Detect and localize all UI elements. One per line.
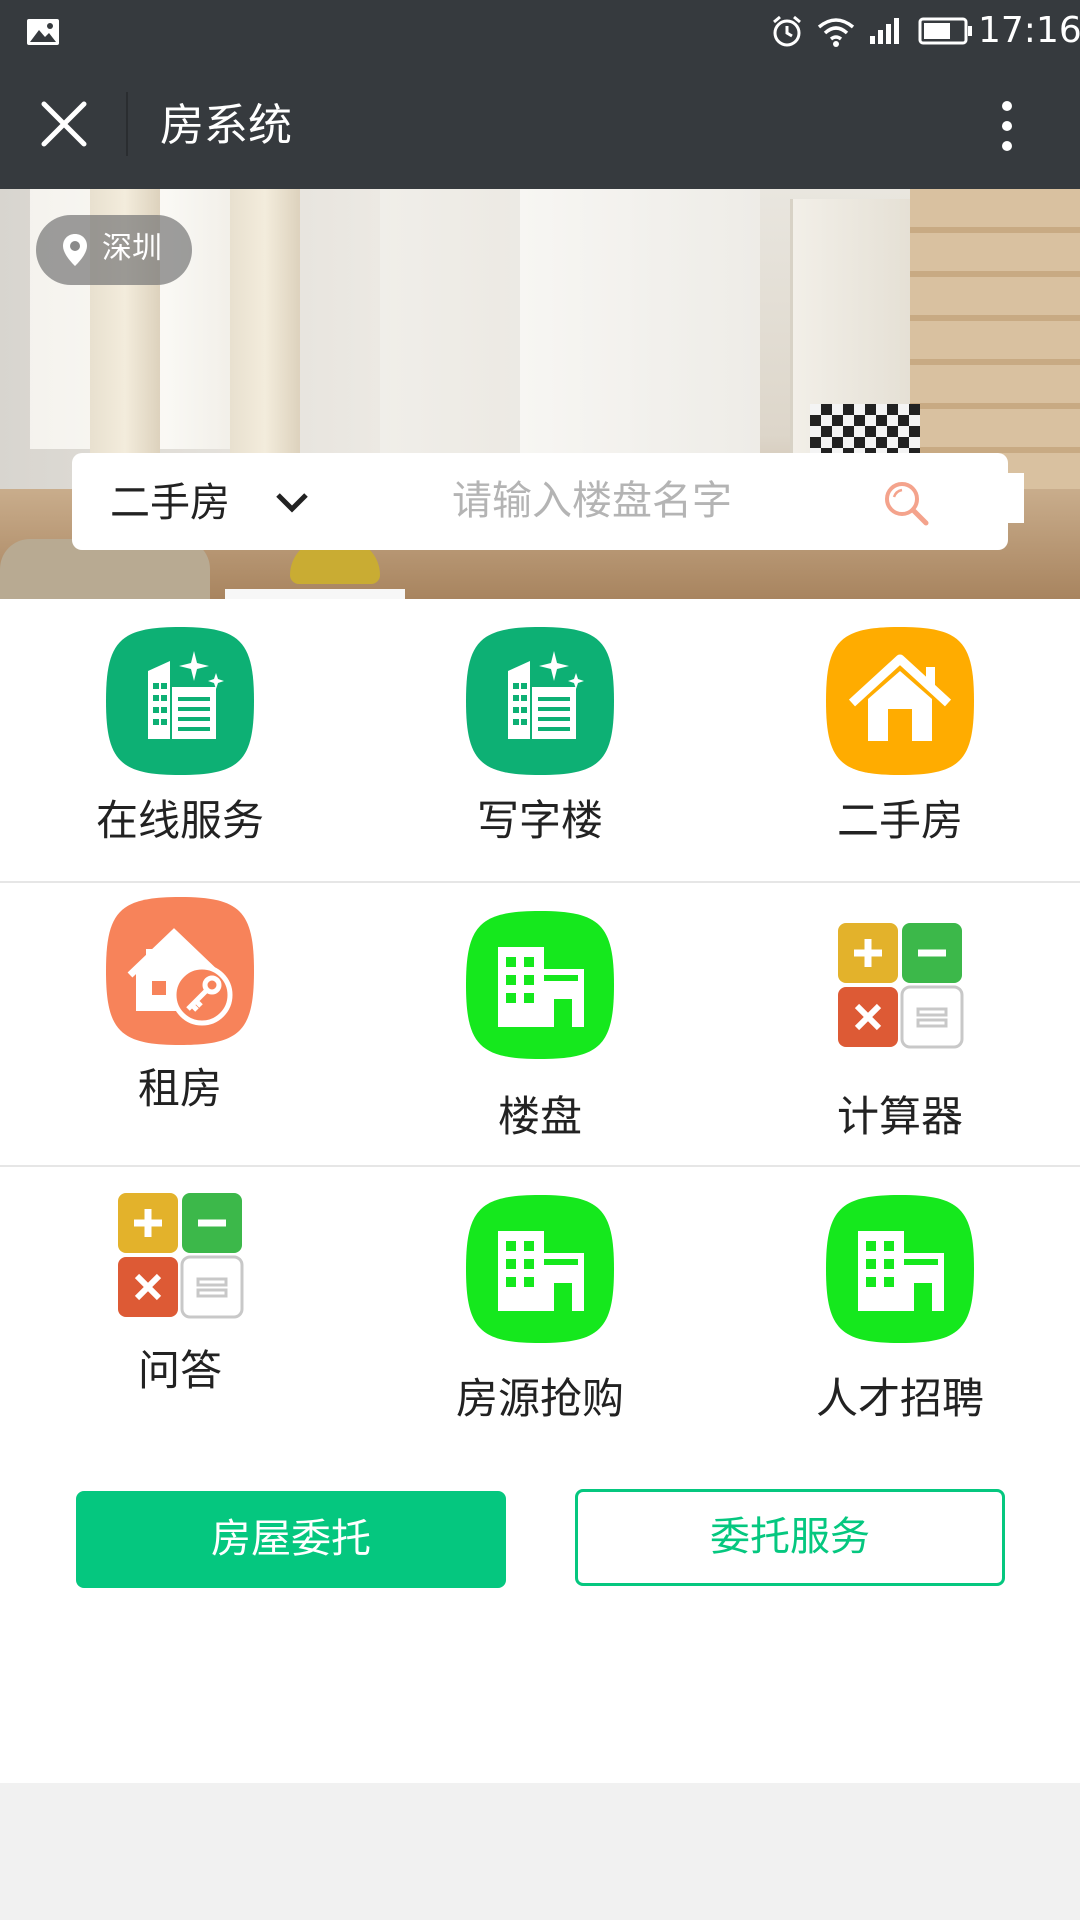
building-green-icon xyxy=(826,1195,974,1343)
location-city: 深圳 xyxy=(102,231,162,266)
grid-item-second-hand-house[interactable]: 二手房 xyxy=(720,599,1080,881)
grid-item-office-building[interactable]: 写字楼 xyxy=(360,599,720,881)
grid-item-qa[interactable]: 问答 xyxy=(0,1167,360,1449)
search-input[interactable] xyxy=(452,473,912,529)
action-area: 房屋委托 委托服务 xyxy=(0,1447,1080,1783)
search-bar-edge xyxy=(1008,473,1024,523)
location-pin-icon xyxy=(63,234,87,266)
location-selector[interactable]: 深圳 xyxy=(36,215,192,285)
grid-row: 租房 楼盘 计算器 xyxy=(0,883,1080,1167)
grid-item-label: 写字楼 xyxy=(476,796,603,845)
banner-curtain xyxy=(230,189,300,479)
office-building-green-icon xyxy=(106,627,254,775)
grid-row: 在线服务 写字楼 二手房 xyxy=(0,599,1080,883)
grid-item-recruitment[interactable]: 人才招聘 xyxy=(720,1167,1080,1449)
grid-item-calculator[interactable]: 计算器 xyxy=(720,883,1080,1165)
grid-item-label: 二手房 xyxy=(836,796,963,845)
house-key-icon xyxy=(102,893,258,1049)
office-building-green-icon xyxy=(466,627,614,775)
title-divider xyxy=(126,92,128,156)
grid-row: 问答 房源抢购 人才招聘 xyxy=(0,1167,1080,1451)
grid-item-label: 计算器 xyxy=(836,1092,963,1141)
grid-item-label: 问答 xyxy=(137,1346,222,1395)
gallery-icon xyxy=(27,19,59,45)
more-options-icon[interactable] xyxy=(990,96,1024,156)
grid-item-rent[interactable]: 租房 xyxy=(0,883,360,1165)
building-green-icon xyxy=(466,911,614,1059)
house-entrust-button[interactable]: 房屋委托 xyxy=(76,1491,506,1588)
property-type-dropdown[interactable]: 二手房 xyxy=(72,453,332,550)
grid-item-label: 在线服务 xyxy=(95,796,264,845)
calculator-icon xyxy=(102,1177,258,1333)
status-bar: 17:16 xyxy=(0,0,1080,62)
close-icon[interactable] xyxy=(32,92,96,156)
grid-item-flash-sale[interactable]: 房源抢购 xyxy=(360,1167,720,1449)
calculator-icon xyxy=(822,907,978,1063)
signal-icon xyxy=(870,18,899,44)
property-type-label: 二手房 xyxy=(110,480,230,526)
grid-item-label: 租房 xyxy=(137,1064,222,1113)
title-bar: 房系统 xyxy=(0,62,1080,189)
page-title: 房系统 xyxy=(160,100,292,151)
status-time: 17:16 xyxy=(978,10,1080,51)
battery-icon xyxy=(918,17,972,45)
grid-item-label: 房源抢购 xyxy=(455,1374,624,1423)
entrust-service-button[interactable]: 委托服务 xyxy=(575,1489,1005,1586)
grid-item-label: 楼盘 xyxy=(497,1092,582,1141)
wifi-icon xyxy=(817,18,855,47)
search-bar: 二手房 xyxy=(72,453,1024,550)
grid-item-property[interactable]: 楼盘 xyxy=(360,883,720,1165)
search-icon[interactable] xyxy=(880,477,934,531)
service-grid: 在线服务 写字楼 二手房 租房 楼盘 计算器 问答 房源抢购 人才招聘 xyxy=(0,599,1080,1451)
building-green-icon xyxy=(466,1195,614,1343)
alarm-icon xyxy=(773,15,801,47)
chevron-down-icon xyxy=(276,493,308,513)
banner-table xyxy=(225,589,405,599)
house-orange-icon xyxy=(822,623,978,779)
grid-item-label: 人才招聘 xyxy=(815,1374,984,1423)
grid-item-online-service[interactable]: 在线服务 xyxy=(0,599,360,881)
